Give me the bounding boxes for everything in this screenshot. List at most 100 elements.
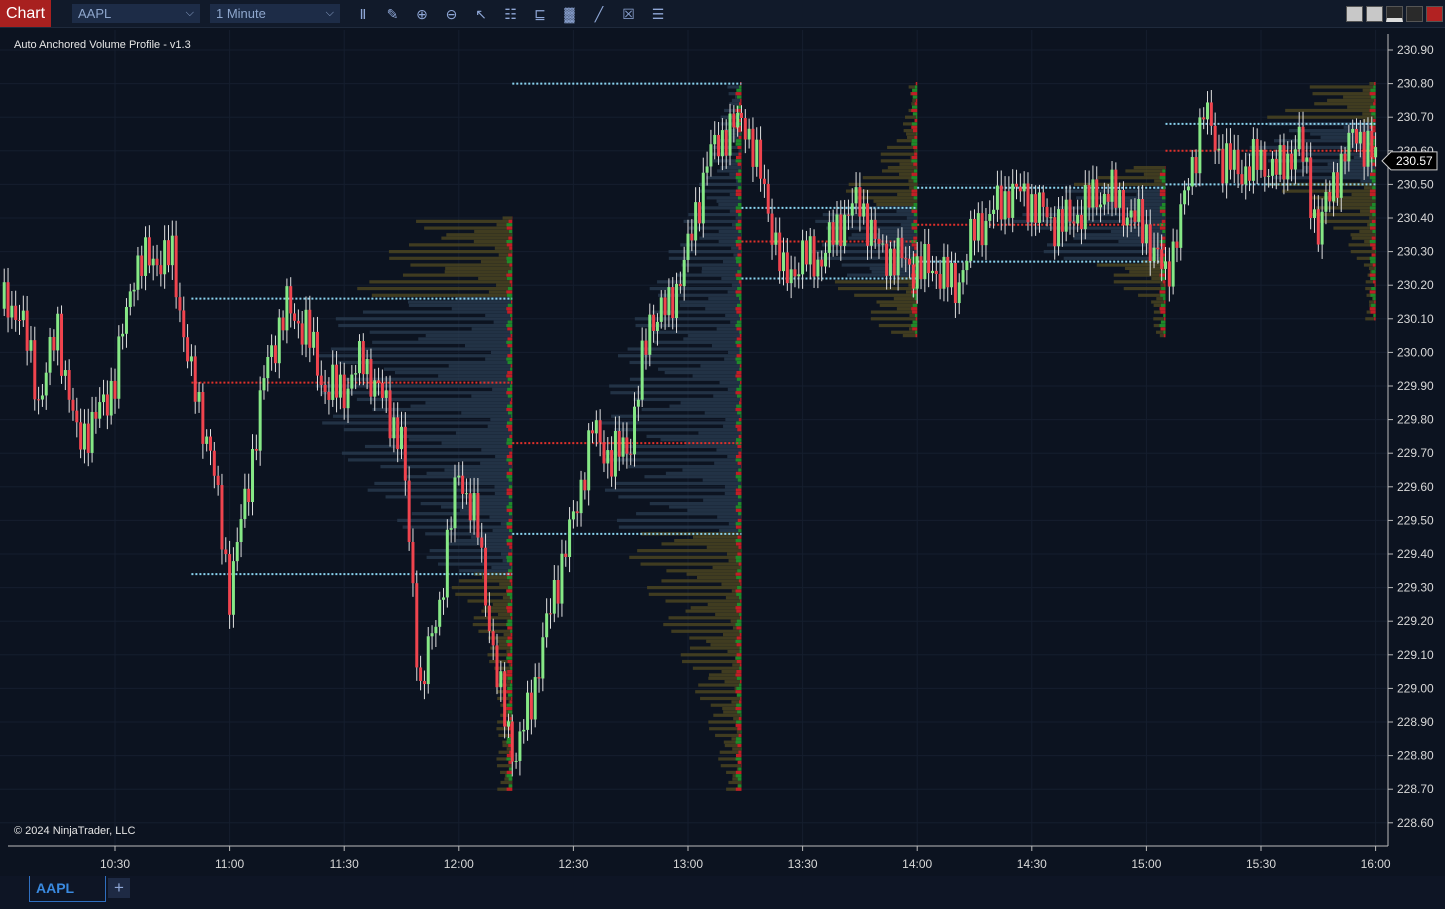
- profile-bar: [389, 434, 513, 438]
- profile-bar: [459, 508, 513, 512]
- zoom-in-icon[interactable]: ⊕: [413, 5, 431, 23]
- profile-bar: [485, 313, 513, 318]
- pointer-icon[interactable]: ↖: [472, 5, 490, 23]
- delta-bar: [738, 135, 742, 139]
- properties-icon[interactable]: ⊑: [531, 5, 549, 23]
- instrument-selector[interactable]: AAPL ⌵: [72, 4, 200, 23]
- candle-body: [946, 256, 950, 288]
- candle-body: [434, 626, 438, 634]
- delta-bar: [506, 559, 513, 563]
- candle-body: [1110, 169, 1114, 202]
- tile-icon[interactable]: [1346, 6, 1363, 22]
- delta-bar: [735, 176, 742, 180]
- candle-body: [1301, 126, 1305, 162]
- profile-bar: [876, 202, 918, 207]
- price-chart[interactable]: 230.90230.80230.70230.60230.50230.40230.…: [0, 0, 1445, 909]
- candle-body: [484, 547, 488, 606]
- interval-selector[interactable]: 1 Minute ⌵: [210, 4, 340, 23]
- delta-bar: [1160, 303, 1166, 307]
- candle-body: [403, 426, 407, 481]
- candle-body: [189, 356, 193, 362]
- delta-bar: [510, 616, 513, 620]
- delta-bar: [510, 649, 513, 654]
- candle-body: [407, 480, 411, 542]
- candle-body: [904, 258, 908, 260]
- price-tick-label: 229.10: [1397, 648, 1434, 662]
- delta-bar: [740, 414, 742, 418]
- delta-bar: [735, 290, 742, 294]
- link-icon[interactable]: [1366, 6, 1383, 22]
- profile-bar: [719, 750, 742, 754]
- data-box-icon[interactable]: ☷: [502, 5, 520, 23]
- candle-body: [1037, 192, 1041, 223]
- delta-bar: [911, 226, 918, 230]
- zoom-out-icon[interactable]: ⊖: [443, 5, 461, 23]
- profile-bar: [690, 606, 742, 610]
- candle-body: [1240, 174, 1244, 185]
- delta-bar: [737, 202, 742, 207]
- delta-bar: [736, 377, 742, 381]
- indicators-icon[interactable]: ▓: [561, 5, 579, 23]
- delta-bar: [506, 690, 513, 694]
- delta-bar: [1372, 202, 1376, 207]
- delta-bar: [739, 85, 742, 89]
- minimize-icon[interactable]: [1386, 6, 1403, 22]
- delta-bar: [506, 575, 513, 580]
- candle-body: [1087, 185, 1091, 208]
- delta-bar: [736, 592, 742, 596]
- tab-aapl[interactable]: AAPL: [29, 876, 106, 902]
- maximize-icon[interactable]: [1406, 6, 1423, 22]
- candle-body: [1251, 139, 1255, 181]
- candle-body: [1179, 204, 1183, 248]
- delta-bar: [912, 310, 918, 314]
- candle-body: [793, 269, 797, 277]
- strategies-icon[interactable]: ╱: [590, 5, 608, 23]
- profile-bar: [692, 374, 742, 378]
- delta-bar: [508, 552, 513, 556]
- delta-bar: [506, 774, 513, 778]
- chart-toolbar: Chart AAPL ⌵ 1 Minute ⌵ Ⅱ ✎ ⊕ ⊖ ↖ ☷ ⊑ ▓ ╱ ☒ ☰: [0, 0, 1445, 28]
- profile-bar: [1338, 202, 1376, 207]
- templates-icon[interactable]: ☰: [649, 5, 667, 23]
- candle-body: [170, 235, 174, 266]
- delta-bar: [507, 626, 513, 630]
- delta-bar: [1373, 313, 1376, 318]
- delta-bar: [737, 219, 742, 223]
- candle-body: [552, 579, 556, 614]
- candle-body: [789, 269, 793, 284]
- candle-body: [1083, 185, 1087, 230]
- profile-bar: [438, 374, 513, 378]
- delta-bar: [912, 95, 918, 99]
- close-icon[interactable]: [1426, 6, 1443, 22]
- delta-bar: [1159, 192, 1166, 197]
- delta-bar: [1374, 250, 1376, 254]
- profile-bar: [1285, 108, 1376, 113]
- delta-bar: [911, 155, 918, 160]
- candle-body: [1267, 175, 1271, 177]
- add-tab-button[interactable]: +: [108, 878, 130, 898]
- candle-body: [128, 291, 132, 307]
- profile-bar: [1056, 206, 1166, 210]
- candle-body: [697, 202, 701, 224]
- bar-type-icon[interactable]: Ⅱ: [354, 5, 372, 23]
- delta-bar: [510, 629, 513, 633]
- delta-bar: [1159, 172, 1166, 176]
- candle-body: [518, 731, 522, 761]
- candle-body: [18, 319, 21, 321]
- profile-bar: [668, 616, 742, 620]
- profile-bar: [683, 337, 742, 341]
- delta-bar: [911, 125, 918, 129]
- delta-bar: [738, 263, 742, 267]
- candle-body: [426, 636, 430, 685]
- drawing-tools-icon[interactable]: ✎: [384, 5, 402, 23]
- time-tick-label: 15:00: [1131, 857, 1161, 871]
- chart-trader-icon[interactable]: ☒: [620, 5, 638, 23]
- candle-body: [640, 340, 644, 400]
- delta-bar: [738, 169, 742, 173]
- delta-bar: [912, 88, 918, 92]
- candle-body: [476, 492, 480, 538]
- delta-bar: [1372, 263, 1376, 267]
- delta-bar: [736, 703, 742, 707]
- profile-bar: [906, 132, 918, 136]
- delta-bar: [737, 693, 742, 697]
